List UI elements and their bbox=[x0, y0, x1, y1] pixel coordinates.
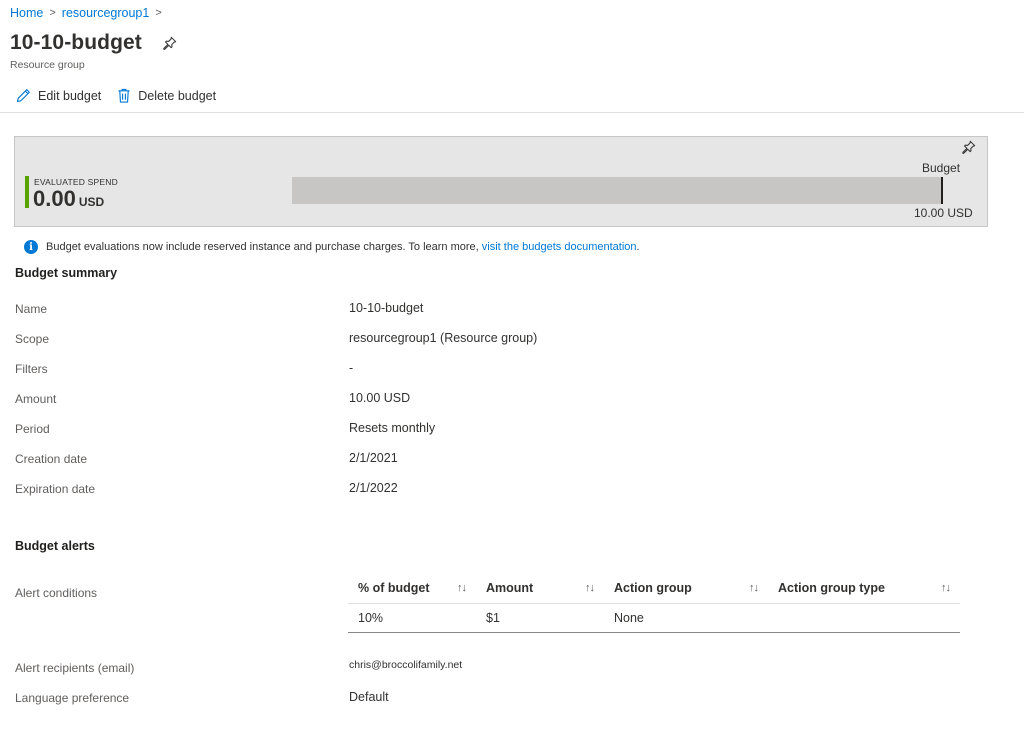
evaluated-spend-value: 0.00 USD bbox=[33, 186, 104, 212]
column-header-action-group-type[interactable]: Action group type ↑↓ bbox=[768, 573, 960, 604]
sort-icon[interactable]: ↑↓ bbox=[457, 582, 467, 594]
summary-value-creation-date: 2/1/2021 bbox=[349, 451, 398, 465]
info-suffix: . bbox=[636, 241, 640, 253]
budget-marker-amount: 10.00 USD bbox=[914, 206, 973, 220]
summary-value-filters: - bbox=[349, 361, 354, 375]
budget-marker-label: Budget bbox=[922, 161, 961, 175]
page-subtitle: Resource group bbox=[10, 59, 85, 71]
page-title: 10-10-budget bbox=[10, 31, 142, 54]
pencil-icon bbox=[16, 89, 30, 103]
alert-conditions-table: % of budget ↑↓ Amount ↑↓ Action group ↑↓ Ac… bbox=[348, 573, 960, 633]
cell-percent-of-budget: 10% bbox=[348, 603, 476, 633]
summary-label-creation-date: Creation date bbox=[15, 452, 88, 466]
delete-budget-button[interactable]: Delete budget bbox=[117, 88, 216, 103]
pin-icon[interactable] bbox=[962, 140, 976, 159]
summary-value-expiration-date: 2/1/2022 bbox=[349, 481, 398, 495]
language-preference-value: Default bbox=[349, 690, 389, 704]
column-header-percent-of-budget[interactable]: % of budget ↑↓ bbox=[348, 573, 476, 604]
budget-alerts-heading: Budget alerts bbox=[15, 539, 95, 553]
toolbar-divider bbox=[0, 112, 1024, 113]
summary-value-scope: resourcegroup1 (Resource group) bbox=[349, 331, 538, 345]
summary-label-filters: Filters bbox=[15, 362, 48, 376]
summary-value-name: 10-10-budget bbox=[349, 301, 424, 315]
column-header-action-group[interactable]: Action group ↑↓ bbox=[604, 573, 768, 604]
table-header-row: % of budget ↑↓ Amount ↑↓ Action group ↑↓ Ac… bbox=[348, 573, 960, 604]
spend-progress-track bbox=[292, 177, 942, 204]
info-text: Budget evaluations now include reserved … bbox=[46, 241, 482, 253]
edit-budget-button[interactable]: Edit budget bbox=[16, 88, 101, 103]
pin-icon[interactable] bbox=[163, 36, 177, 55]
summary-label-amount: Amount bbox=[15, 392, 57, 406]
sort-icon[interactable]: ↑↓ bbox=[941, 582, 951, 594]
cell-amount: $1 bbox=[476, 603, 604, 633]
info-icon: i bbox=[24, 240, 38, 254]
alert-recipients-label: Alert recipients (email) bbox=[15, 661, 135, 675]
delete-budget-label: Delete budget bbox=[138, 88, 217, 103]
breadcrumb-home-link[interactable]: Home bbox=[10, 6, 43, 20]
spend-unit: USD bbox=[78, 195, 105, 209]
cell-action-group: None bbox=[604, 603, 768, 633]
summary-label-period: Period bbox=[15, 422, 50, 436]
summary-value-amount: 10.00 USD bbox=[349, 391, 411, 405]
trash-icon bbox=[118, 88, 130, 103]
info-message: i Budget evaluations now include reserve… bbox=[24, 240, 640, 254]
table-row[interactable]: 10% $1 None bbox=[348, 603, 960, 633]
budget-summary-heading: Budget summary bbox=[15, 266, 118, 280]
summary-value-period: Resets monthly bbox=[349, 421, 436, 435]
summary-label-name: Name bbox=[15, 302, 48, 316]
summary-label-scope: Scope bbox=[15, 332, 50, 346]
edit-budget-label: Edit budget bbox=[38, 88, 102, 103]
sort-icon[interactable]: ↑↓ bbox=[749, 582, 759, 594]
budgets-documentation-link[interactable]: visit the budgets documentation bbox=[482, 241, 637, 253]
sort-icon[interactable]: ↑↓ bbox=[585, 582, 595, 594]
cell-action-group-type bbox=[768, 603, 960, 633]
spend-amount: 0.00 bbox=[33, 186, 76, 211]
budget-marker bbox=[941, 177, 943, 204]
breadcrumb-separator: > bbox=[155, 7, 162, 19]
language-preference-label: Language preference bbox=[15, 691, 130, 705]
alert-conditions-label: Alert conditions bbox=[15, 586, 98, 600]
spend-accent-bar bbox=[25, 176, 29, 208]
column-header-amount[interactable]: Amount ↑↓ bbox=[476, 573, 604, 604]
command-bar: Edit budget Delete budget bbox=[16, 88, 232, 103]
summary-label-expiration-date: Expiration date bbox=[15, 482, 96, 496]
breadcrumb-resourcegroup-link[interactable]: resourcegroup1 bbox=[62, 6, 150, 20]
breadcrumb: Home > resourcegroup1 > bbox=[10, 6, 168, 20]
breadcrumb-separator: > bbox=[49, 7, 56, 19]
alert-recipients-value: chris@broccolifamily.net bbox=[349, 659, 463, 671]
